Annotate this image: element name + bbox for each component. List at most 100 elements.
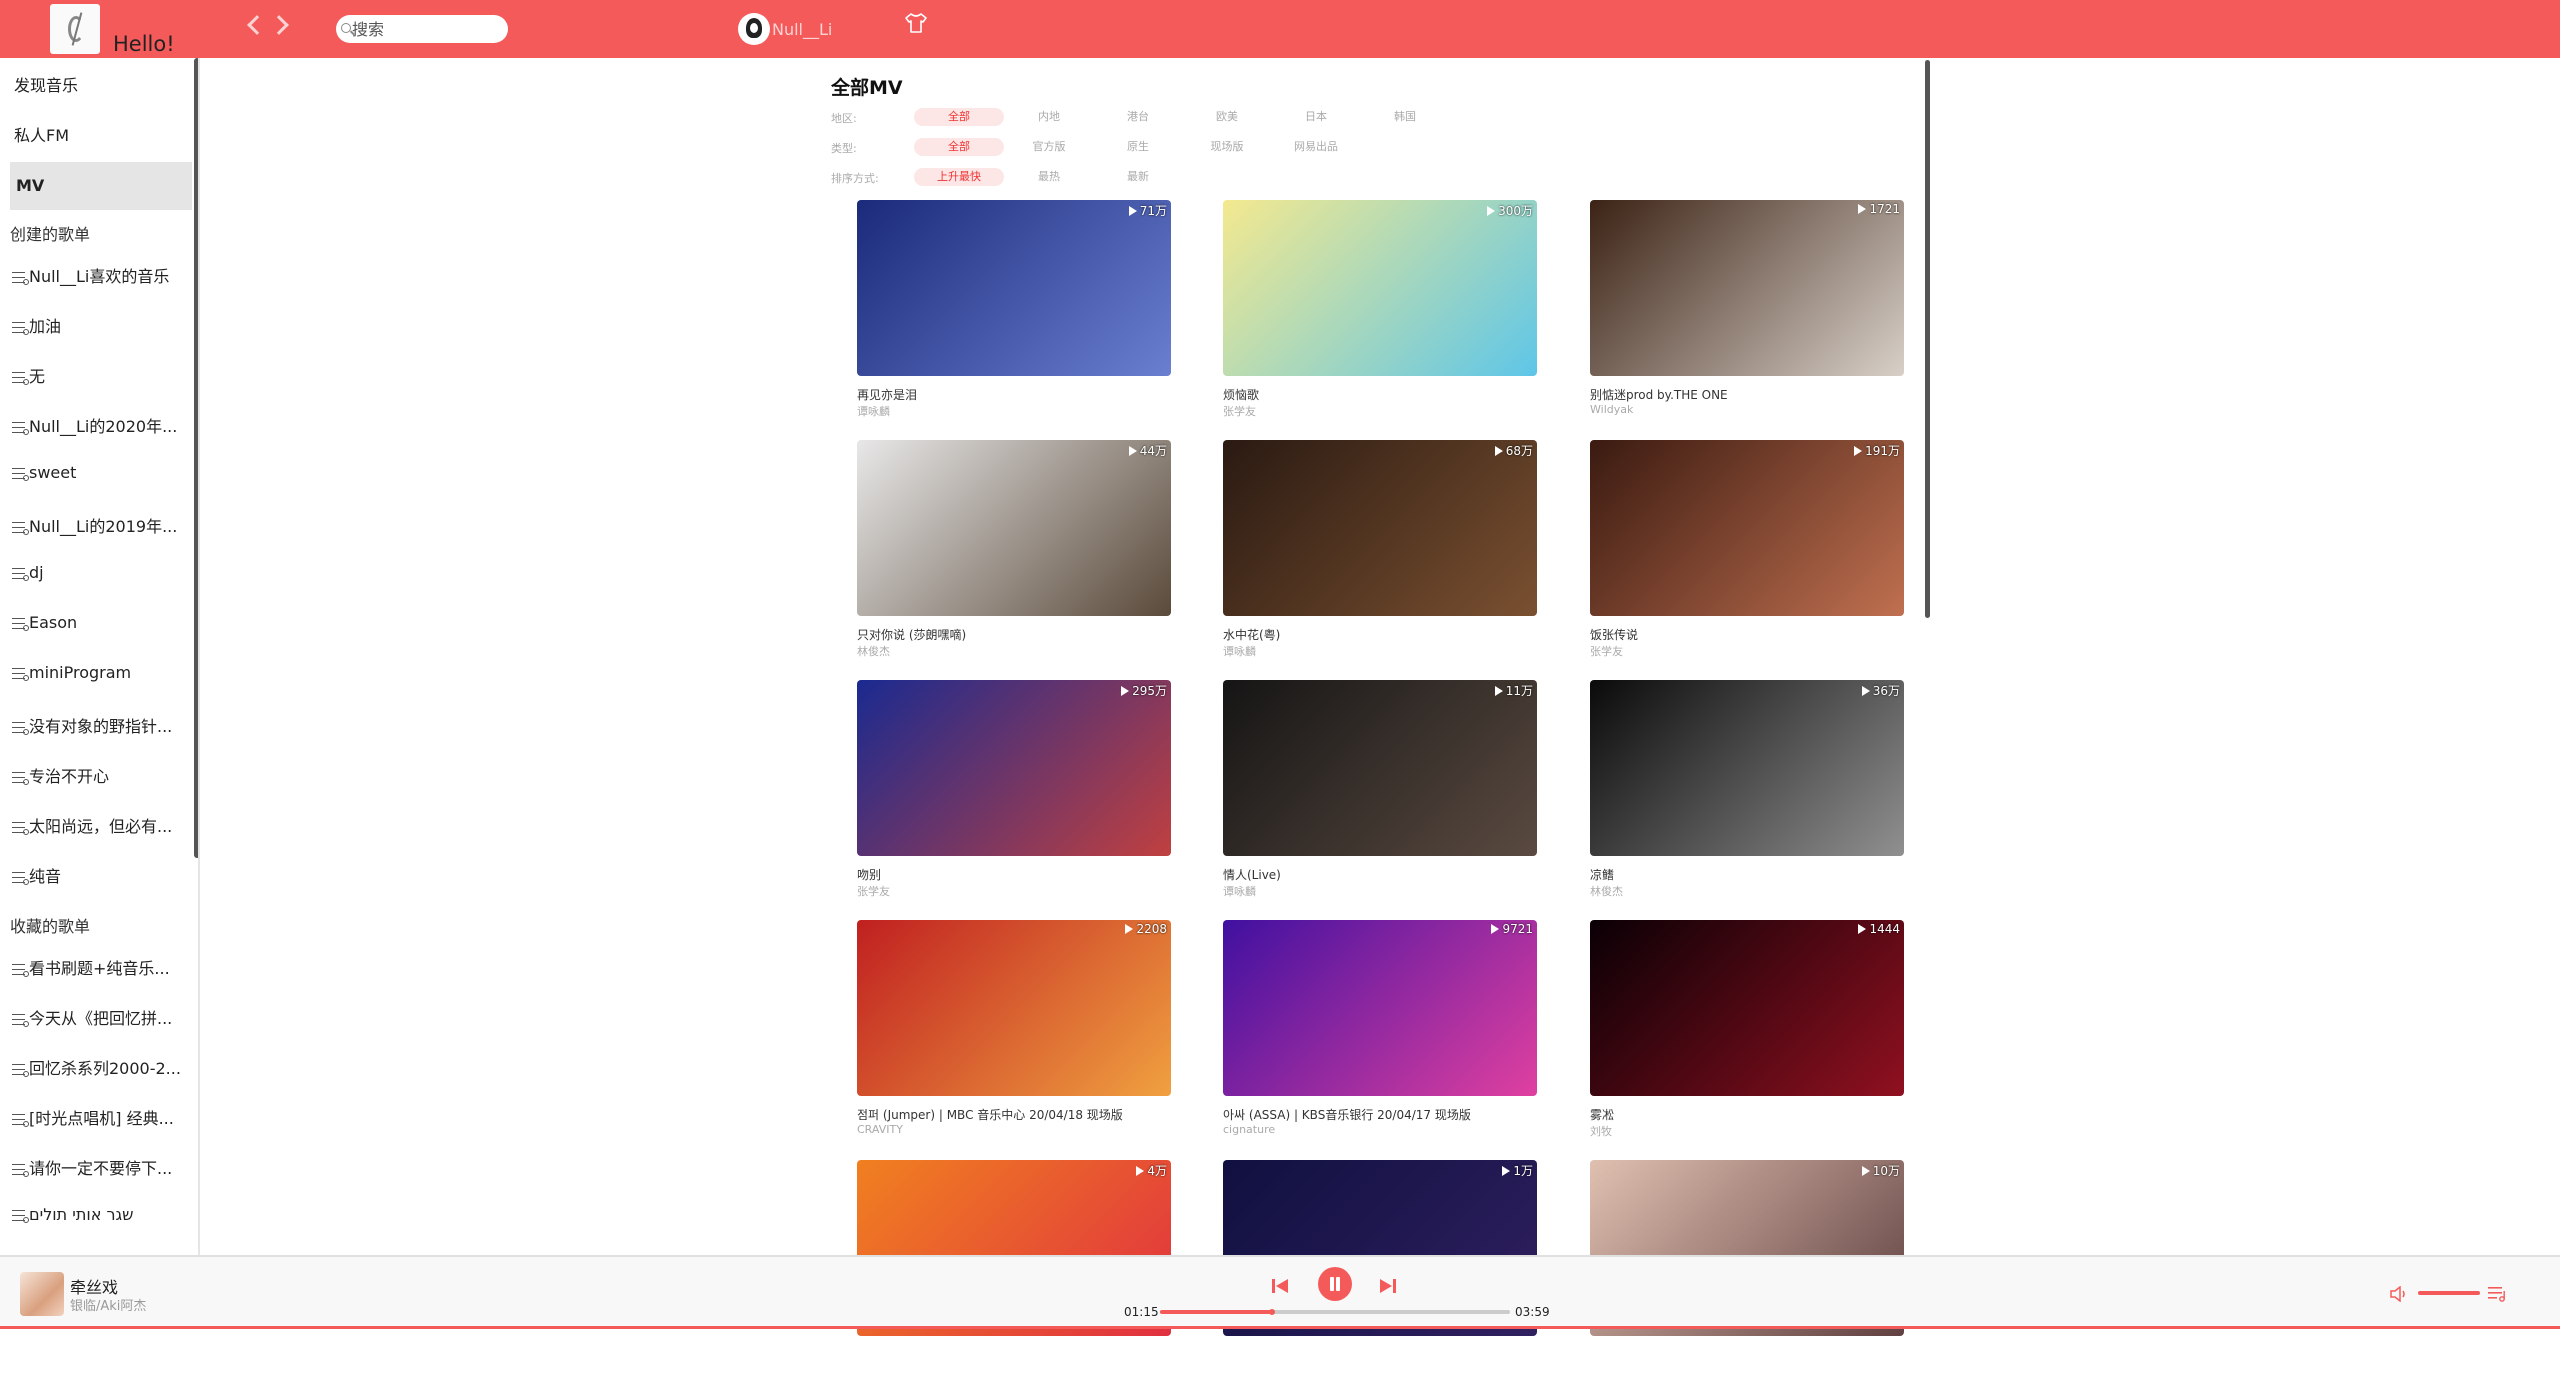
mv-card[interactable]: 11万情人(Live) 谭咏麟 bbox=[1223, 680, 1537, 904]
created-playlist-item[interactable]: Null__Li的2019年... bbox=[12, 513, 182, 537]
mv-card[interactable]: 2208 점퍼 (Jumper) | MBC 音乐中心 20/04/18 现场版 C… bbox=[857, 920, 1171, 1144]
mv-card[interactable]: 9721 아싸 (ASSA) | KBS音乐银行 20/04/17 现场版 cign… bbox=[1223, 920, 1537, 1144]
playlist-icon[interactable] bbox=[2487, 1285, 2507, 1303]
created-playlist-item[interactable]: 专治不开心 bbox=[12, 763, 182, 787]
progress-bar[interactable] bbox=[1160, 1309, 1510, 1315]
mv-artist[interactable]: 林俊杰 bbox=[857, 643, 890, 659]
search-input[interactable] bbox=[352, 18, 502, 40]
created-playlist-item[interactable]: miniProgram bbox=[12, 663, 182, 682]
mv-artist[interactable]: 张学友 bbox=[1590, 643, 1623, 659]
forward-arrow-icon[interactable] bbox=[269, 15, 289, 35]
mv-artist[interactable]: cignature bbox=[1223, 1123, 1275, 1136]
mv-thumbnail[interactable]: 11万 bbox=[1223, 680, 1537, 856]
mv-thumbnail[interactable]: 2208 bbox=[857, 920, 1171, 1096]
mv-title[interactable]: 아싸 (ASSA) | KBS音乐银行 20/04/17 现场版 bbox=[1223, 1106, 1471, 1123]
created-playlist-item[interactable]: 加油 bbox=[12, 313, 182, 337]
mv-title[interactable]: 别惦迷prod by.THE ONE bbox=[1590, 386, 1728, 403]
created-playlist-item[interactable]: 纯音 bbox=[12, 863, 182, 887]
mv-artist[interactable]: 谭咏麟 bbox=[1223, 643, 1256, 659]
shirt-icon[interactable] bbox=[904, 12, 928, 34]
created-playlist-item[interactable]: dj bbox=[12, 563, 182, 582]
filter-option[interactable]: 现场版 bbox=[1187, 138, 1267, 156]
filter-option[interactable]: 全部 bbox=[914, 138, 1004, 156]
filter-option[interactable]: 日本 bbox=[1276, 108, 1356, 126]
search-box[interactable] bbox=[336, 15, 508, 43]
filter-option[interactable]: 内地 bbox=[1009, 108, 1089, 126]
created-playlist-item[interactable]: Null__Li喜欢的音乐 bbox=[12, 263, 182, 287]
mv-card[interactable]: 1721 别惦迷prod by.THE ONE Wildyak bbox=[1590, 200, 1904, 424]
mv-thumbnail[interactable]: 68万 bbox=[1223, 440, 1537, 616]
album-cover[interactable] bbox=[20, 1272, 64, 1316]
mv-artist[interactable]: 谭咏麟 bbox=[1223, 883, 1256, 899]
mv-thumbnail[interactable]: 300万 bbox=[1223, 200, 1537, 376]
sidebar-scrollbar[interactable] bbox=[194, 58, 198, 858]
mv-title[interactable]: 烦恼歌 bbox=[1223, 386, 1259, 403]
collected-playlist-item[interactable]: 今天从《把回忆拼... bbox=[12, 1005, 182, 1029]
created-playlist-item[interactable]: 没有对象的野指针... bbox=[12, 713, 182, 737]
mv-card[interactable]: 68万水中花(粤) 谭咏麟 bbox=[1223, 440, 1537, 664]
created-playlist-item[interactable]: 太阳尚远，但必有... bbox=[12, 813, 182, 837]
filter-option[interactable]: 港台 bbox=[1098, 108, 1178, 126]
pause-button[interactable] bbox=[1318, 1267, 1352, 1301]
mv-artist[interactable]: Wildyak bbox=[1590, 403, 1633, 416]
mv-thumbnail[interactable]: 295万 bbox=[857, 680, 1171, 856]
sidebar-item-1[interactable]: 私人FM bbox=[0, 112, 192, 160]
mv-artist[interactable]: 张学友 bbox=[857, 883, 890, 899]
mv-thumbnail[interactable]: 36万 bbox=[1590, 680, 1904, 856]
mv-title[interactable]: 凉鳍 bbox=[1590, 866, 1614, 883]
created-playlist-item[interactable]: Eason bbox=[12, 613, 182, 632]
app-logo[interactable] bbox=[50, 4, 100, 54]
collected-playlist-item[interactable]: 回忆杀系列2000-2... bbox=[12, 1055, 182, 1079]
mv-thumbnail[interactable]: 1444 bbox=[1590, 920, 1904, 1096]
mv-artist[interactable]: CRAVITY bbox=[857, 1123, 903, 1136]
created-playlist-item[interactable]: sweet bbox=[12, 463, 182, 482]
mv-title[interactable]: 只对你说 (莎朗嘿嘀) bbox=[857, 626, 966, 643]
mv-title[interactable]: 再见亦是泪 bbox=[857, 386, 917, 403]
mv-thumbnail[interactable]: 44万 bbox=[857, 440, 1171, 616]
next-track-icon[interactable] bbox=[1379, 1277, 1397, 1295]
mv-artist[interactable]: 张学友 bbox=[1223, 403, 1256, 419]
mv-thumbnail[interactable]: 71万 bbox=[857, 200, 1171, 376]
mv-thumbnail[interactable]: 191万 bbox=[1590, 440, 1904, 616]
filter-option[interactable]: 韩国 bbox=[1365, 108, 1445, 126]
mv-card[interactable]: 191万饭张传说 张学友 bbox=[1590, 440, 1904, 664]
mv-thumbnail[interactable]: 1721 bbox=[1590, 200, 1904, 376]
created-playlist-item[interactable]: 无 bbox=[12, 363, 182, 387]
back-arrow-icon[interactable] bbox=[247, 15, 267, 35]
mv-title[interactable]: 情人(Live) bbox=[1223, 866, 1281, 883]
mv-thumbnail[interactable]: 9721 bbox=[1223, 920, 1537, 1096]
user-avatar[interactable] bbox=[738, 13, 770, 45]
collected-playlist-item[interactable]: 请你一定不要停下... bbox=[12, 1155, 182, 1179]
filter-option[interactable]: 网易出品 bbox=[1276, 138, 1356, 156]
volume-icon[interactable] bbox=[2389, 1286, 2409, 1302]
mv-card[interactable]: 295万吻别 张学友 bbox=[857, 680, 1171, 904]
mv-title[interactable]: 吻别 bbox=[857, 866, 881, 883]
mv-title[interactable]: 水中花(粤) bbox=[1223, 626, 1280, 643]
volume-slider[interactable] bbox=[2418, 1291, 2480, 1295]
filter-option[interactable]: 官方版 bbox=[1009, 138, 1089, 156]
mv-card[interactable]: 36万凉鳍 林俊杰 bbox=[1590, 680, 1904, 904]
mv-title[interactable]: 饭张传说 bbox=[1590, 626, 1638, 643]
collected-playlist-item[interactable]: [时光点唱机] 经典... bbox=[12, 1105, 182, 1129]
sidebar-item-2[interactable]: MV bbox=[10, 162, 192, 210]
mv-artist[interactable]: 林俊杰 bbox=[1590, 883, 1623, 899]
filter-option[interactable]: 上升最快 bbox=[914, 168, 1004, 186]
mv-artist[interactable]: 谭咏麟 bbox=[857, 403, 890, 419]
filter-option[interactable]: 原生 bbox=[1098, 138, 1178, 156]
sidebar-item-0[interactable]: 发现音乐 bbox=[0, 62, 192, 110]
mv-artist[interactable]: 刘牧 bbox=[1590, 1123, 1612, 1139]
created-playlist-item[interactable]: Null__Li的2020年... bbox=[12, 413, 182, 437]
username[interactable]: Null__Li bbox=[772, 20, 832, 39]
previous-track-icon[interactable] bbox=[1271, 1277, 1289, 1295]
mv-card[interactable]: 44万只对你说 (莎朗嘿嘀) 林俊杰 bbox=[857, 440, 1171, 664]
filter-option[interactable]: 欧美 bbox=[1187, 108, 1267, 126]
main-scrollbar[interactable] bbox=[1925, 60, 1930, 618]
mv-card[interactable]: 1444 雾凇 刘牧 bbox=[1590, 920, 1904, 1144]
collected-playlist-item[interactable]: 看书刷题+纯音乐... bbox=[12, 955, 182, 979]
mv-card[interactable]: 71万再见亦是泪 谭咏麟 bbox=[857, 200, 1171, 424]
mv-card[interactable]: 300万烦恼歌 张学友 bbox=[1223, 200, 1537, 424]
mv-title[interactable]: 雾凇 bbox=[1590, 1106, 1614, 1123]
filter-option[interactable]: 全部 bbox=[914, 108, 1004, 126]
mv-title[interactable]: 점퍼 (Jumper) | MBC 音乐中心 20/04/18 现场版 bbox=[857, 1106, 1123, 1123]
filter-option[interactable]: 最新 bbox=[1098, 168, 1178, 186]
